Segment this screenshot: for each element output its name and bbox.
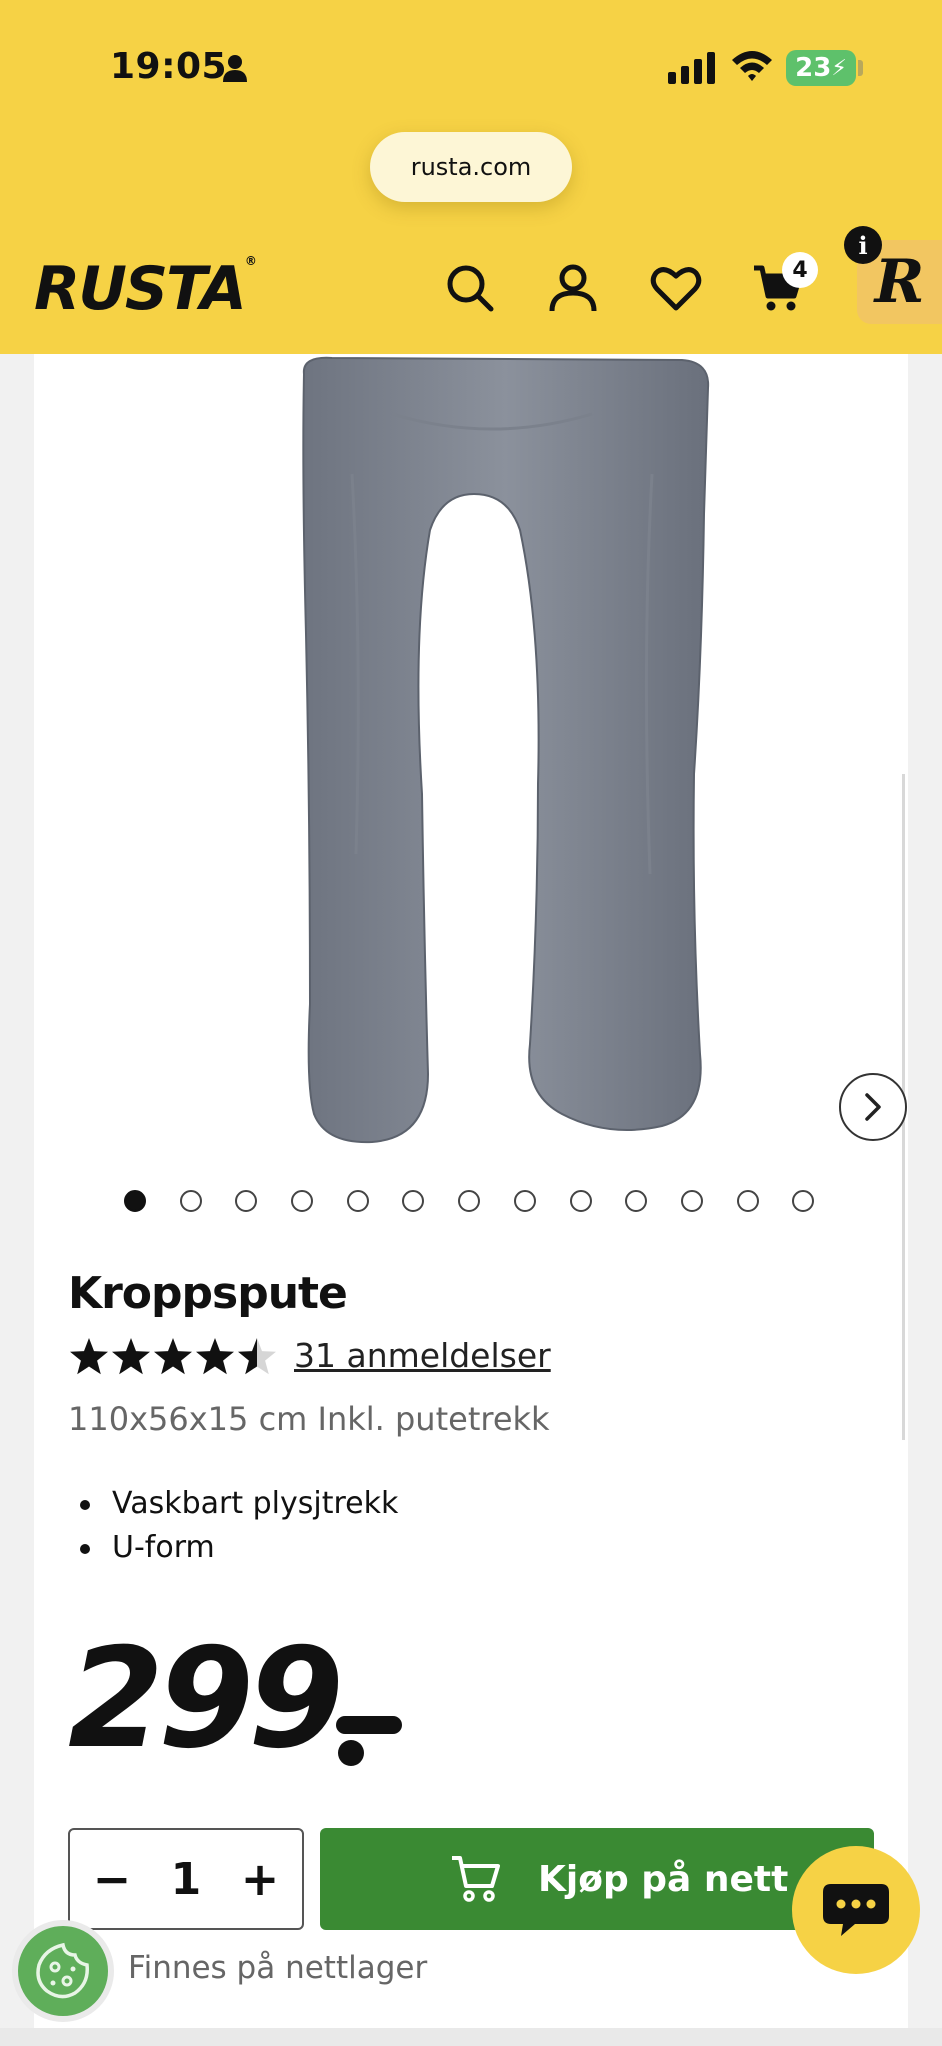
feature-item: Vaskbart plysjtrekk	[80, 1482, 398, 1526]
pagination-dot[interactable]	[291, 1190, 314, 1212]
buy-online-button[interactable]: Kjøp på nett	[320, 1828, 874, 1930]
pagination-dot[interactable]	[124, 1190, 146, 1212]
price-dash	[336, 1716, 402, 1734]
product-title: Kroppspute	[68, 1268, 348, 1319]
pagination-dot[interactable]	[513, 1190, 536, 1212]
logo-text: RUSTA	[34, 254, 247, 324]
info-icon[interactable]: i	[844, 226, 882, 264]
product-image[interactable]	[262, 354, 722, 1154]
pagination-dot[interactable]	[625, 1190, 648, 1212]
cart-count-badge: 4	[782, 252, 818, 288]
pagination-dot[interactable]	[458, 1190, 481, 1212]
battery-cap	[858, 60, 863, 76]
increase-quantity-button[interactable]: +	[235, 1852, 285, 1906]
pagination-dot[interactable]	[179, 1190, 202, 1212]
chat-icon	[823, 1884, 889, 1936]
rusta-logo[interactable]: RUSTA®	[34, 254, 257, 324]
rating-star	[154, 1338, 192, 1375]
next-image-button[interactable]	[839, 1073, 907, 1141]
pagination-dot[interactable]	[346, 1190, 369, 1212]
battery-level: 23	[795, 53, 832, 83]
pagination-dot[interactable]	[235, 1190, 258, 1212]
person-icon	[223, 55, 247, 82]
price: 299	[68, 1618, 344, 1779]
bottom-divider	[0, 2028, 942, 2046]
quantity-value[interactable]: 1	[171, 1854, 202, 1905]
wifi-icon	[732, 51, 772, 81]
cart-outline-icon	[452, 1856, 500, 1902]
product-subtitle: 110x56x15 cm Inkl. putetrekk	[68, 1400, 550, 1438]
signal-icon	[668, 52, 715, 84]
rating-star	[238, 1338, 276, 1375]
chat-button[interactable]	[792, 1846, 920, 1974]
rating-star	[112, 1338, 150, 1375]
rating-stars	[70, 1338, 276, 1375]
decrease-quantity-button[interactable]: −	[87, 1852, 137, 1906]
quantity-stepper: − 1 +	[68, 1828, 304, 1930]
buy-online-label: Kjøp på nett	[538, 1858, 789, 1900]
battery-indicator: 23 ⚡	[786, 50, 856, 86]
pagination-dot[interactable]	[792, 1190, 815, 1212]
feature-list: Vaskbart plysjtrekk U-form	[80, 1482, 398, 1570]
feature-item: U-form	[80, 1526, 398, 1570]
cookie-settings-button[interactable]	[12, 1920, 114, 2022]
pagination-dot[interactable]	[402, 1190, 425, 1212]
status-time: 19:05	[110, 46, 228, 87]
heart-icon[interactable]	[650, 262, 702, 314]
pagination-dot[interactable]	[736, 1190, 759, 1212]
chevron-right-icon	[865, 1093, 881, 1121]
search-icon[interactable]	[444, 262, 496, 314]
charging-icon: ⚡	[831, 55, 847, 81]
rating-star	[196, 1338, 234, 1375]
logo-registered: ®	[244, 254, 257, 268]
stock-status: Finnes på nettlager	[128, 1950, 428, 1986]
image-pagination	[124, 1190, 848, 1214]
price-dot	[338, 1740, 364, 1766]
cookie-icon	[36, 1942, 89, 1999]
rating-star	[70, 1338, 108, 1375]
pagination-dot[interactable]	[680, 1190, 703, 1212]
pagination-dot[interactable]	[569, 1190, 592, 1212]
top-bar: 19:05 23 ⚡ rusta.com RUSTA® 4 R i	[0, 0, 942, 354]
reviews-link[interactable]: 31 anmeldelser	[294, 1336, 551, 1375]
account-icon[interactable]	[547, 262, 599, 314]
url-bar[interactable]: rusta.com	[370, 132, 572, 202]
